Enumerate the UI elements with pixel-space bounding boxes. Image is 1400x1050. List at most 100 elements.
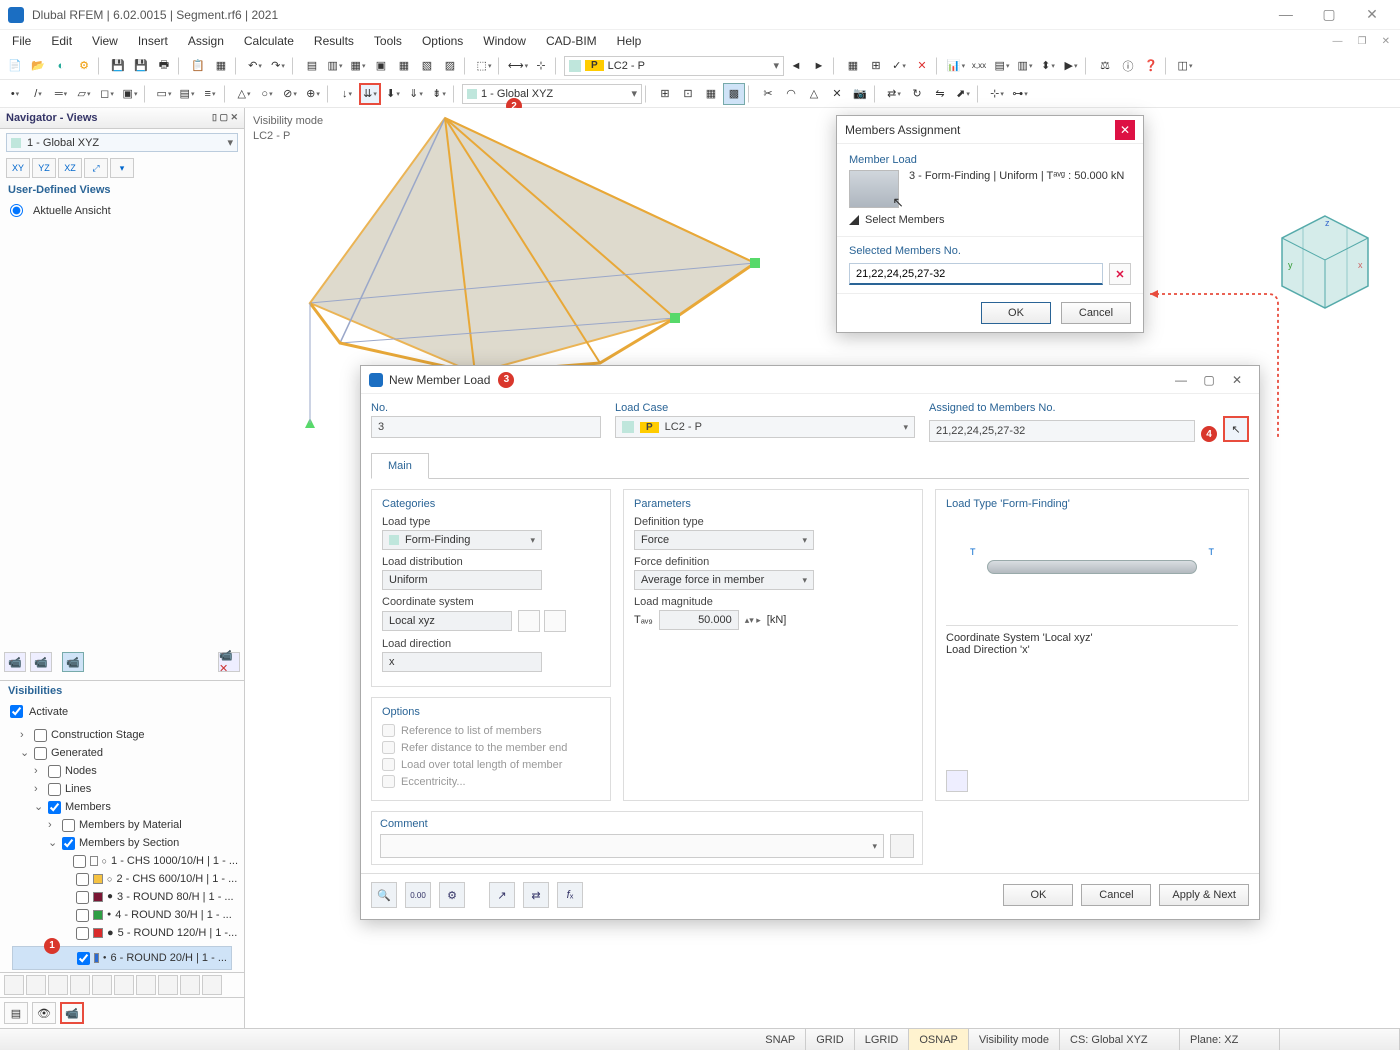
ma-clear-button[interactable]: ✕ — [1109, 263, 1131, 285]
menu-results[interactable]: Results — [306, 32, 362, 50]
navigator-controls[interactable]: ▯ ▢ ✕ — [212, 112, 238, 124]
mdi-restore[interactable]: ❐ — [1352, 36, 1373, 47]
tb-results-icon[interactable]: 📊 — [945, 55, 967, 77]
tb2-text-icon[interactable]: ✕ — [826, 83, 848, 105]
tb-legend-icon[interactable]: ▥ — [1014, 55, 1036, 77]
axis-yz-button[interactable]: YZ — [32, 158, 56, 178]
cam2-icon[interactable]: 📹 — [30, 652, 52, 672]
tb2-imposed-icon[interactable]: ⇟ — [428, 83, 450, 105]
menu-view[interactable]: View — [84, 32, 126, 50]
tb2-move-icon[interactable]: ⇄ — [883, 83, 905, 105]
axis-more-button[interactable]: ▾ — [110, 158, 134, 178]
tb-new-icon[interactable]: 📄 — [4, 55, 26, 77]
tb-undo-icon[interactable]: ↶ — [244, 55, 266, 77]
menu-calculate[interactable]: Calculate — [236, 32, 302, 50]
menu-tools[interactable]: Tools — [366, 32, 410, 50]
tree-members[interactable]: Members — [65, 798, 111, 816]
tb-model-icon[interactable]: ▦ — [210, 55, 232, 77]
tree-members-section[interactable]: Members by Section — [79, 834, 179, 852]
coord-system-field[interactable]: Local xyz — [382, 611, 512, 631]
foot-search-icon[interactable]: 🔍 — [371, 882, 397, 908]
load-dist-field[interactable]: Uniform — [382, 570, 542, 590]
ma-ok-button[interactable]: OK — [981, 302, 1051, 324]
tb2-hinge-icon[interactable]: ○ — [256, 83, 278, 105]
b1[interactable] — [4, 975, 24, 995]
status-lgrid[interactable]: LGRID — [855, 1029, 910, 1050]
status-grid[interactable]: GRID — [806, 1029, 855, 1050]
section-6[interactable]: 6 - ROUND 20/H | 1 - ... — [110, 949, 227, 967]
tb2-dim2-icon[interactable]: △ — [803, 83, 825, 105]
menu-cadbim[interactable]: CAD-BIM — [538, 32, 605, 50]
nml-close[interactable]: ✕ — [1223, 373, 1251, 387]
cam-delete-icon[interactable]: 📹✕ — [218, 652, 240, 672]
tb2-memberload-icon[interactable]: ⇊ — [359, 83, 381, 105]
comment-field[interactable] — [380, 834, 884, 858]
tb-lc-prev-icon[interactable]: ◄ — [785, 55, 807, 77]
tb2-node-icon[interactable]: • — [4, 83, 26, 105]
mdi-close[interactable]: ✕ — [1376, 36, 1396, 47]
tree-members-material[interactable]: Members by Material — [79, 816, 182, 834]
b4[interactable] — [70, 975, 90, 995]
tb-saveall-icon[interactable]: 💾 — [130, 55, 152, 77]
tb2-material-icon[interactable]: ▤ — [176, 83, 198, 105]
b8[interactable] — [158, 975, 178, 995]
tree-construction-stage[interactable]: Construction Stage — [51, 726, 145, 744]
tb2-work4-icon[interactable]: ▩ — [723, 83, 745, 105]
menu-insert[interactable]: Insert — [130, 32, 176, 50]
tb2-surface-icon[interactable]: ▱ — [73, 83, 95, 105]
foot-units-icon[interactable]: 0.00 — [405, 882, 431, 908]
tb2-rotate-icon[interactable]: ↻ — [906, 83, 928, 105]
tb-delete-icon[interactable]: ✕ — [911, 55, 933, 77]
tb2-camera-icon[interactable]: 📷 — [849, 83, 871, 105]
tb2-connect-icon[interactable]: ⊶ — [1009, 83, 1031, 105]
ma-close-button[interactable]: ✕ — [1115, 120, 1135, 140]
tb-scale-icon[interactable]: ⬍ — [1037, 55, 1059, 77]
nml-no-field[interactable]: 3 — [371, 416, 601, 438]
mdi-minimize[interactable]: — — [1327, 36, 1349, 47]
section-1[interactable]: 1 - CHS 1000/10/H | 1 - ... — [111, 852, 238, 870]
foot-tool1-icon[interactable]: ⚙ — [439, 882, 465, 908]
load-case-selector[interactable]: P LC2 - P ▾ — [564, 56, 784, 76]
tb-mesh-icon[interactable]: ⊞ — [865, 55, 887, 77]
nml-minimize[interactable]: — — [1167, 373, 1195, 387]
nml-cancel-button[interactable]: Cancel — [1081, 884, 1151, 906]
orientation-cube[interactable]: x y z — [1270, 208, 1380, 318]
b10[interactable] — [202, 975, 222, 995]
def-type-select[interactable]: Force — [634, 530, 814, 550]
section-2[interactable]: 2 - CHS 600/10/H | 1 - ... — [116, 870, 237, 888]
tb2-extrude-icon[interactable]: ⬈ — [952, 83, 974, 105]
tb-grid2-icon[interactable]: ▦ — [393, 55, 415, 77]
nml-maximize[interactable]: ▢ — [1195, 373, 1223, 387]
preview-tool-icon[interactable] — [946, 770, 968, 792]
activate-row[interactable]: Activate — [0, 701, 244, 722]
menu-window[interactable]: Window — [475, 32, 534, 50]
tb-info-icon[interactable]: ⓘ — [1117, 55, 1139, 77]
b3[interactable] — [48, 975, 68, 995]
nav-coord-select[interactable]: 1 - Global XYZ ▾ — [6, 133, 238, 152]
tree-lines[interactable]: Lines — [65, 780, 91, 798]
foot-fx-icon[interactable]: fₓ — [557, 882, 583, 908]
foot-tool3-icon[interactable]: ⇄ — [523, 882, 549, 908]
tb2-member-icon[interactable]: ═ — [50, 83, 72, 105]
ma-cancel-button[interactable]: Cancel — [1061, 302, 1131, 324]
nav-foot-data-icon[interactable]: ▤ — [4, 1002, 28, 1024]
force-def-select[interactable]: Average force in member — [634, 570, 814, 590]
section-4[interactable]: 4 - ROUND 30/H | 1 - ... — [115, 906, 232, 924]
tb-anim-icon[interactable]: ▶ — [1060, 55, 1082, 77]
tb-wizard-icon[interactable]: ◐ — [50, 55, 72, 77]
tb2-section-icon[interactable]: ▭ — [153, 83, 175, 105]
cam1-icon[interactable]: 📹 — [4, 652, 26, 672]
udv-radio[interactable] — [10, 204, 23, 217]
tb-sel-icon[interactable]: ⬚ — [473, 55, 495, 77]
tb2-surfaceload-icon[interactable]: ⇓ — [405, 83, 427, 105]
tb-calc-icon[interactable]: ▦ — [842, 55, 864, 77]
tb-open-icon[interactable]: 📂 — [27, 55, 49, 77]
status-osnap[interactable]: OSNAP — [909, 1029, 969, 1050]
nml-pick-members-button[interactable]: ↖ — [1223, 416, 1249, 442]
tb-grid1-icon[interactable]: ▣ — [370, 55, 392, 77]
tree-nodes[interactable]: Nodes — [65, 762, 97, 780]
tb-check-icon[interactable]: ✓ — [888, 55, 910, 77]
tb-values-icon[interactable]: x,xx — [968, 55, 990, 77]
minimize-button[interactable]: — — [1266, 6, 1306, 22]
tb2-release-icon[interactable]: ⊘ — [279, 83, 301, 105]
